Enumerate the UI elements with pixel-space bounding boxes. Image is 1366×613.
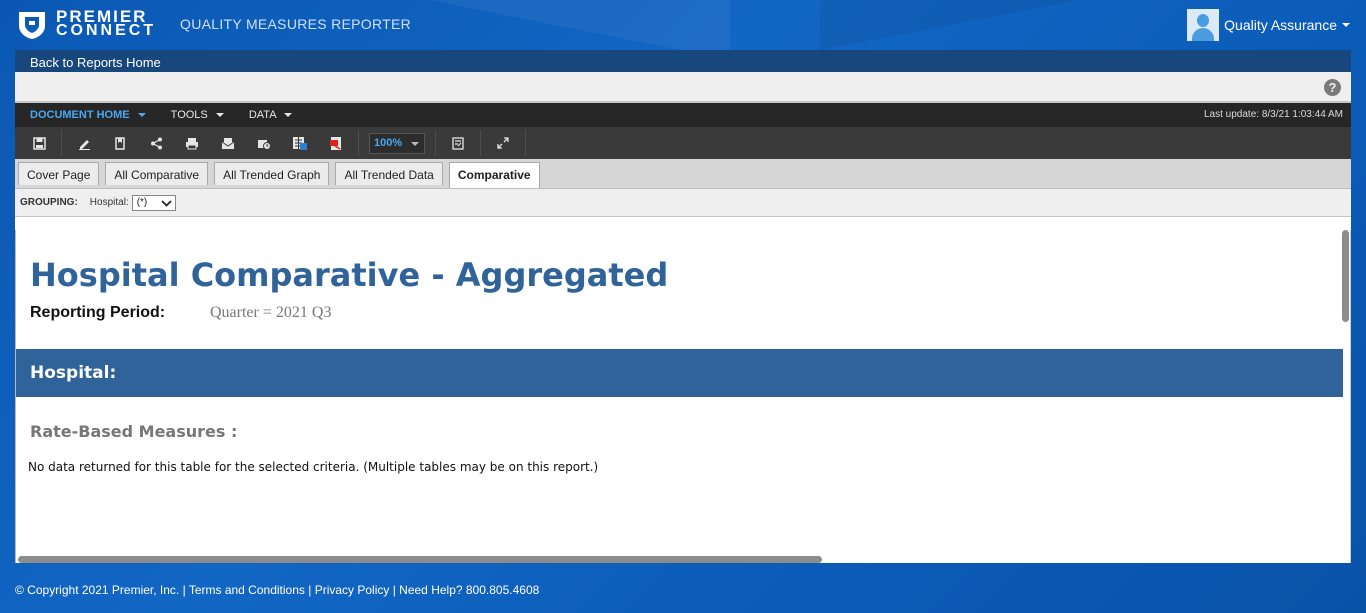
rate-based-measures-title: Rate-Based Measures : xyxy=(30,422,238,441)
zoom-select[interactable]: 100% xyxy=(369,132,425,154)
fit-page-icon xyxy=(451,136,464,150)
schedule-icon xyxy=(258,139,271,150)
tab-cover-page[interactable]: Cover Page xyxy=(18,162,100,185)
menu-document-home-label: DOCUMENT HOME xyxy=(30,109,130,121)
avatar xyxy=(1187,9,1220,41)
avatar-shoulders xyxy=(1192,28,1215,41)
premier-connect-logo[interactable]: PREMIER CONNECT xyxy=(16,8,156,40)
hospital-filter-select[interactable]: (*) xyxy=(131,194,176,211)
menu-data[interactable]: DATA xyxy=(234,103,302,127)
bookmark-button[interactable] xyxy=(108,131,132,155)
tab-all-trended-graph[interactable]: All Trended Graph xyxy=(214,162,330,185)
privacy-link[interactable]: Privacy Policy xyxy=(315,583,390,597)
report-tabs: Cover Page All Comparative All Trended G… xyxy=(15,159,1351,189)
reporting-period-label: Reporting Period: xyxy=(30,304,166,321)
last-update-text: Last update: 8/3/21 1:03:44 AM xyxy=(1204,109,1343,120)
bookmark-icon xyxy=(115,136,125,150)
export-pdf-button[interactable] xyxy=(324,131,348,155)
chevron-down-icon xyxy=(137,113,146,118)
chevron-down-icon xyxy=(284,113,292,118)
hospital-filter-value: (*) xyxy=(136,197,148,208)
chevron-down-icon xyxy=(215,113,224,118)
toolbar-separator xyxy=(480,130,481,156)
menu-tools[interactable]: TOOLS xyxy=(156,103,234,127)
chevron-down-icon xyxy=(161,199,172,207)
menu-document-home[interactable]: DOCUMENT HOME xyxy=(15,103,156,127)
fullscreen-icon xyxy=(497,137,509,149)
chevron-down-icon xyxy=(1342,23,1350,27)
print-button[interactable] xyxy=(180,131,204,155)
menu-tools-label: TOOLS xyxy=(170,109,208,121)
reporting-period: Reporting Period: Quarter = 2021 Q3 xyxy=(30,304,331,322)
chevron-down-icon xyxy=(411,141,419,146)
help-phone-link[interactable]: Need Help? 800.805.4608 xyxy=(399,583,539,597)
fit-page-button[interactable] xyxy=(446,131,470,155)
email-icon xyxy=(221,137,235,149)
app-title: QUALITY MEASURES REPORTER xyxy=(180,16,412,32)
menu-data-label: DATA xyxy=(248,109,276,121)
save-button[interactable] xyxy=(27,131,51,155)
hospital-filter-label: Hospital: xyxy=(89,197,129,208)
top-header: PREMIER CONNECT QUALITY MEASURES REPORTE… xyxy=(0,0,1366,50)
no-data-message: No data returned for this table for the … xyxy=(28,460,599,474)
tab-all-comparative[interactable]: All Comparative xyxy=(105,162,209,185)
grouping-bar: GROUPING: Hospital: (*) xyxy=(15,189,1351,217)
export-excel-button[interactable] xyxy=(288,131,312,155)
report-title: Hospital Comparative - Aggregated xyxy=(30,256,669,294)
reporting-period-value: Quarter = 2021 Q3 xyxy=(210,304,332,321)
back-to-reports-link[interactable]: Back to Reports Home xyxy=(15,50,1351,72)
toolbar-separator xyxy=(435,130,436,156)
share-icon xyxy=(150,137,162,149)
hospital-section-header: Hospital: xyxy=(16,349,1343,397)
print-icon xyxy=(186,137,198,149)
user-name: Quality Assurance xyxy=(1224,17,1337,33)
copyright-text: © Copyright 2021 Premier, Inc. xyxy=(15,583,180,597)
save-icon xyxy=(32,136,46,150)
share-button[interactable] xyxy=(144,131,168,155)
user-menu[interactable]: Quality Assurance xyxy=(1187,9,1350,41)
schedule-button[interactable] xyxy=(252,131,276,155)
help-bar: ? xyxy=(15,72,1351,103)
horizontal-scrollbar[interactable] xyxy=(18,556,822,563)
edit-icon xyxy=(78,139,90,150)
grouping-label: GROUPING: xyxy=(20,197,78,208)
edit-button[interactable] xyxy=(72,131,96,155)
menu-bar: DOCUMENT HOME TOOLS DATA Last update: 8/… xyxy=(15,103,1351,127)
toolbar-separator xyxy=(525,130,526,156)
terms-link[interactable]: Terms and Conditions xyxy=(189,583,305,597)
toolbar-separator xyxy=(61,130,62,156)
tab-comparative[interactable]: Comparative xyxy=(448,162,540,188)
help-icon[interactable]: ? xyxy=(1324,79,1341,96)
fullscreen-button[interactable] xyxy=(491,131,515,155)
report-border xyxy=(1350,230,1351,563)
email-button[interactable] xyxy=(216,131,240,155)
tab-all-trended-data[interactable]: All Trended Data xyxy=(335,162,443,185)
premier-logo-icon xyxy=(19,12,45,39)
toolbar-separator xyxy=(358,130,359,156)
logo-line-2: CONNECT xyxy=(56,22,157,39)
zoom-value: 100% xyxy=(374,137,403,149)
vertical-scrollbar[interactable] xyxy=(1342,230,1349,322)
toolbar: 100% xyxy=(15,127,1351,159)
avatar-head xyxy=(1197,14,1210,27)
footer: © Copyright 2021 Premier, Inc. | Terms a… xyxy=(15,583,539,597)
report-frame: Back to Reports Home ? DOCUMENT HOME TOO… xyxy=(15,50,1351,563)
report-canvas: Hospital Comparative - Aggregated Report… xyxy=(15,230,1351,563)
logo-wordmark: PREMIER CONNECT xyxy=(56,8,157,39)
export-excel-icon xyxy=(293,136,307,150)
export-pdf-icon xyxy=(330,136,341,150)
